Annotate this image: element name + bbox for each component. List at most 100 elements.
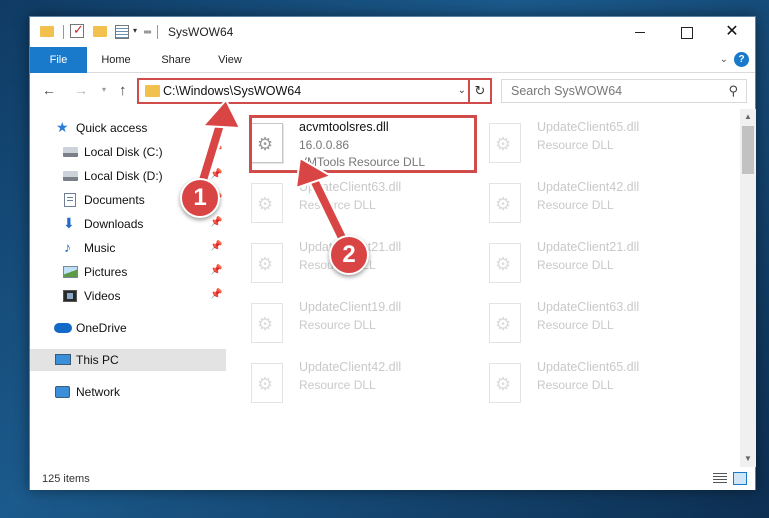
network-icon [55, 386, 70, 398]
pin-icon[interactable]: 📌 [210, 169, 222, 180]
pin-icon[interactable]: 📌 [210, 145, 222, 156]
sidebar-item-label: Quick access [76, 121, 148, 135]
toolbar-separator [157, 25, 158, 39]
file-item[interactable]: UpdateClient63.dll Resource DLL [469, 295, 699, 353]
pin-icon[interactable]: 📌 [210, 265, 222, 276]
sidebar-item-label: Documents [84, 193, 145, 207]
address-path[interactable]: C:\Windows\SysWOW64 [163, 84, 301, 98]
file-name: UpdateClient42.dll [299, 360, 402, 374]
pin-icon[interactable]: 📌 [210, 289, 222, 300]
sidebar-item-this-pc[interactable]: This PC [30, 349, 226, 371]
file-item[interactable]: UpdateClient21.dll Resource DLL [469, 235, 699, 293]
download-icon: ⬇ [63, 215, 75, 231]
properties-icon[interactable] [115, 25, 129, 39]
file-description: Resource DLL [537, 378, 614, 392]
new-folder-icon[interactable] [93, 26, 107, 37]
pictures-icon [63, 266, 78, 278]
up-arrow-icon[interactable]: ↑ [119, 82, 127, 99]
sidebar-item-label: Downloads [84, 217, 144, 231]
videos-icon [63, 290, 77, 302]
music-icon: ♪ [64, 239, 71, 255]
dll-file-icon [251, 183, 283, 223]
explorer-window: ▾ ═ SysWOW64 ✕ File Home Share View ⌄ ? … [29, 16, 756, 490]
sidebar-item-quick-access[interactable]: ★ Quick access [30, 117, 226, 139]
status-bar: 125 items [30, 467, 755, 490]
file-name: UpdateClient63.dll [537, 300, 640, 314]
file-description: Resource DLL [299, 318, 376, 332]
file-item[interactable]: UpdateClient63.dll Resource DLL [231, 175, 461, 233]
sidebar-item-music[interactable]: ♪ Music 📌 [30, 237, 226, 259]
file-name: UpdateClient19.dll [299, 300, 402, 314]
dll-file-icon [489, 123, 521, 163]
navigation-pane: ★ Quick access Local Disk (C:) 📌 Local D… [30, 109, 226, 467]
help-icon[interactable]: ? [734, 52, 749, 67]
dll-file-icon [251, 243, 283, 283]
file-item[interactable]: UpdateClient65.dll Resource DLL [469, 355, 699, 413]
sidebar-item-videos[interactable]: Videos 📌 [30, 285, 226, 307]
properties-check-icon[interactable] [70, 22, 84, 38]
file-name: UpdateClient42.dll [537, 180, 640, 194]
dll-file-icon [489, 363, 521, 403]
pc-icon [55, 354, 71, 365]
item-count: 125 items [42, 473, 90, 485]
dll-file-icon [489, 183, 521, 223]
sidebar-item-pictures[interactable]: Pictures 📌 [30, 261, 226, 283]
scroll-thumb[interactable] [742, 126, 754, 174]
disk-icon [63, 171, 78, 181]
toolbar-separator [63, 25, 64, 39]
vertical-scrollbar[interactable]: ▲ ▼ [740, 109, 756, 467]
sidebar-item-local-disk-c[interactable]: Local Disk (C:) 📌 [30, 141, 226, 163]
close-button[interactable]: ✕ [709, 17, 755, 47]
quick-access-dropdown-icon[interactable]: ▾ [133, 26, 137, 35]
forward-arrow-icon[interactable]: → [74, 82, 88, 98]
step-badge-1: 1 [180, 178, 220, 218]
folder-icon [145, 85, 160, 97]
sidebar-item-label: Pictures [84, 265, 128, 279]
pin-icon[interactable]: 📌 [210, 217, 222, 228]
search-input[interactable]: Search SysWOW64 ⚲ [501, 79, 747, 103]
address-dropdown-icon[interactable]: ⌄ [458, 85, 466, 96]
file-name: UpdateClient21.dll [537, 240, 640, 254]
tiles-view-icon[interactable] [733, 472, 747, 485]
navigation-bar: ← → ▾ ↑ C:\Windows\SysWOW64 ⌄ ↻ Search S… [30, 73, 755, 109]
file-description: Resource DLL [299, 378, 376, 392]
address-bar[interactable]: C:\Windows\SysWOW64 ⌄ ↻ [137, 78, 492, 104]
scroll-down-icon[interactable]: ▼ [740, 451, 756, 467]
sidebar-item-network[interactable]: Network [30, 381, 226, 403]
minimize-button[interactable] [617, 17, 663, 47]
back-arrow-icon[interactable]: ← [42, 82, 56, 98]
sidebar-item-label: Local Disk (C:) [84, 145, 163, 159]
file-item[interactable]: UpdateClient65.dll Resource DLL [469, 115, 699, 173]
tab-view[interactable]: View [206, 47, 254, 73]
cloud-icon [54, 323, 72, 333]
sidebar-item-label: OneDrive [76, 321, 127, 335]
scroll-up-icon[interactable]: ▲ [740, 109, 756, 125]
search-icon[interactable]: ⚲ [728, 83, 738, 99]
sidebar-item-label: Network [76, 385, 121, 399]
window-title: SysWOW64 [168, 25, 234, 39]
dll-file-icon [489, 303, 521, 343]
file-description: Resource DLL [299, 198, 376, 212]
dll-file-icon [251, 303, 283, 343]
sidebar-item-onedrive[interactable]: OneDrive [30, 317, 226, 339]
pin-icon[interactable]: 📌 [210, 241, 222, 252]
file-name: UpdateClient65.dll [537, 360, 640, 374]
tab-share[interactable]: Share [152, 47, 200, 73]
file-item[interactable]: UpdateClient42.dll Resource DLL [231, 355, 461, 413]
tab-file[interactable]: File [30, 47, 87, 73]
file-item[interactable]: UpdateClient19.dll Resource DLL [231, 295, 461, 353]
file-description: Resource DLL [537, 138, 614, 152]
file-item[interactable]: UpdateClient42.dll Resource DLL [469, 175, 699, 233]
tab-home[interactable]: Home [92, 47, 140, 73]
expand-ribbon-icon[interactable]: ⌄ [720, 54, 728, 65]
search-placeholder: Search SysWOW64 [511, 84, 623, 98]
documents-icon [64, 193, 76, 207]
customize-toolbar-icon[interactable]: ═ [144, 27, 151, 38]
recent-locations-icon[interactable]: ▾ [102, 85, 106, 94]
details-view-icon[interactable] [713, 473, 727, 485]
refresh-icon[interactable]: ↻ [468, 78, 490, 104]
file-description: Resource DLL [537, 258, 614, 272]
title-bar: ▾ ═ SysWOW64 ✕ [30, 17, 755, 47]
maximize-button[interactable] [663, 17, 709, 47]
sidebar-item-label: Local Disk (D:) [84, 169, 163, 183]
